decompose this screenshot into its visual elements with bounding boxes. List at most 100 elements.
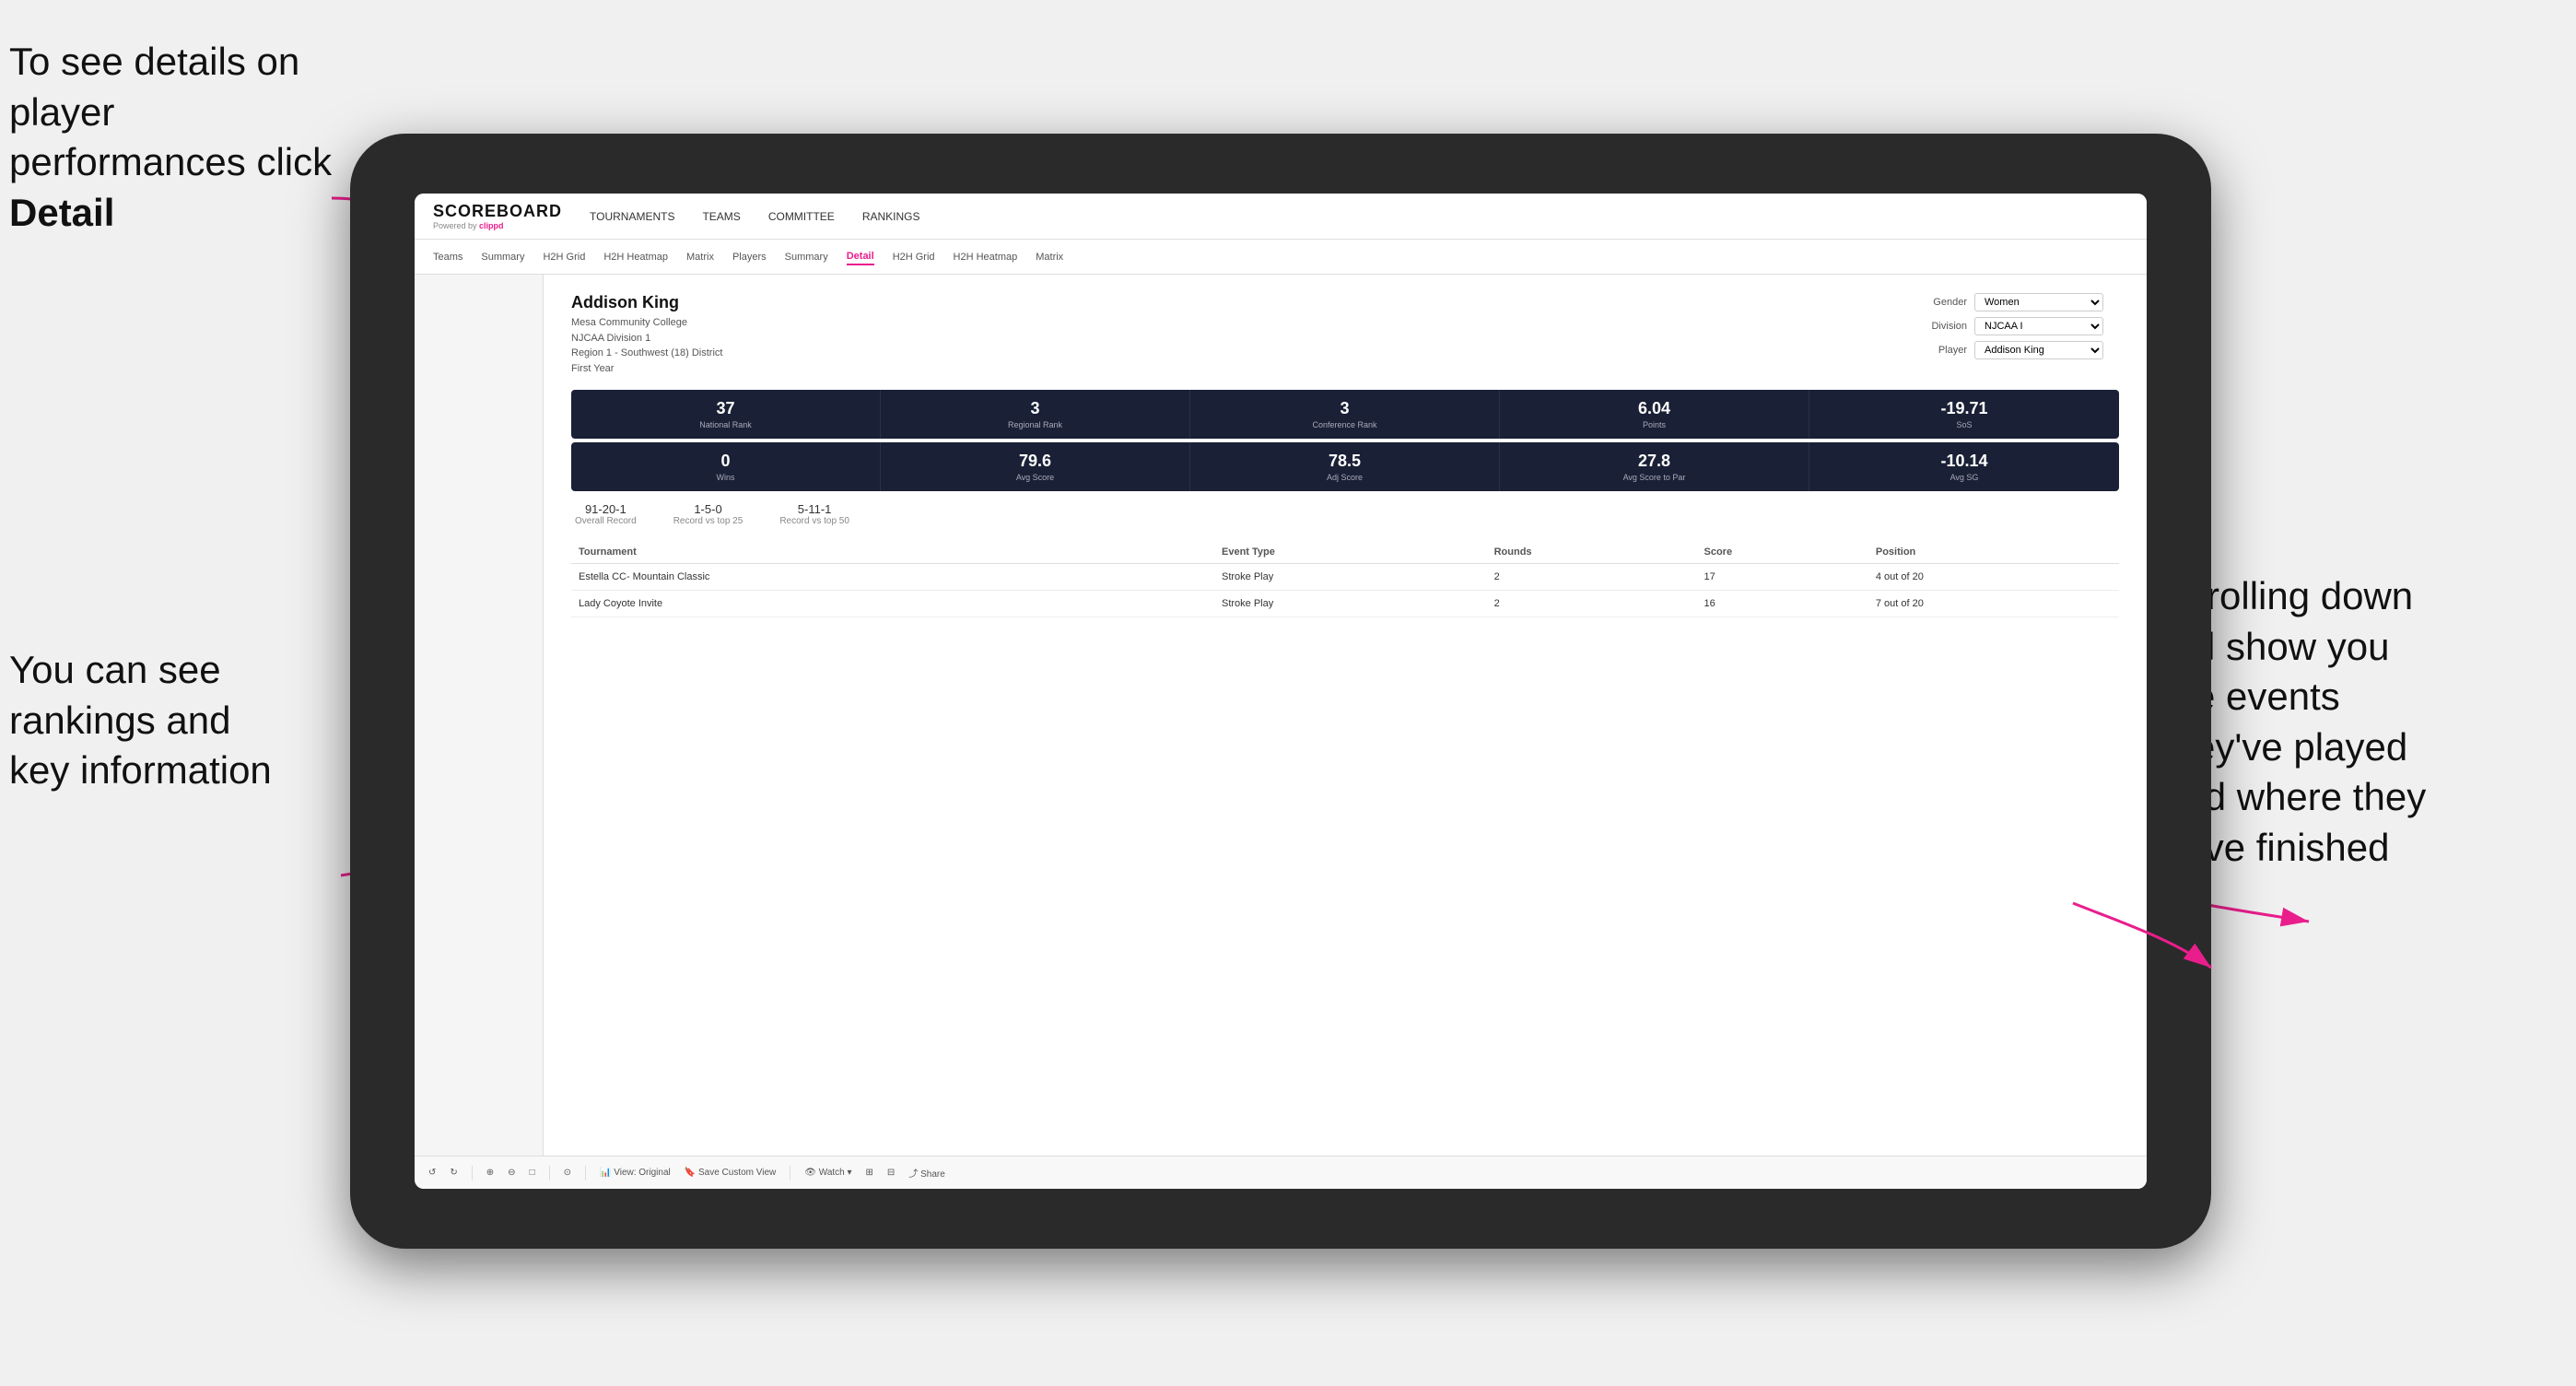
col-event-type: Event Type xyxy=(1214,541,1487,564)
annotation-right: Scrolling down will show you the events … xyxy=(2161,571,2567,874)
nav-items: TOURNAMENTS TEAMS COMMITTEE RANKINGS xyxy=(590,206,919,227)
stats-grid-row2: 0 Wins 79.6 Avg Score 78.5 Adj Score 27.… xyxy=(571,442,2119,491)
nav-committee[interactable]: COMMITTEE xyxy=(768,206,835,227)
player-college: Mesa Community College xyxy=(571,315,722,331)
nav-tournaments[interactable]: TOURNAMENTS xyxy=(590,206,674,227)
row1-position: 4 out of 20 xyxy=(1868,564,2119,591)
row1-tournament: Estella CC- Mountain Classic xyxy=(571,564,1155,591)
logo-area: SCOREBOARD Powered by clippd xyxy=(433,202,562,230)
subnav-matrix2[interactable]: Matrix xyxy=(1036,250,1063,264)
col-score: Score xyxy=(1697,541,1868,564)
stat-adj-score: 78.5 Adj Score xyxy=(1190,442,1500,491)
filter-player-row: Player Addison King xyxy=(1916,341,2119,359)
annotation-bl-3: key information xyxy=(9,748,272,792)
logo-clippd: clippd xyxy=(479,221,504,230)
annotation-bl-1: You can see xyxy=(9,648,221,691)
toolbar-zoom-in[interactable]: ⊕ xyxy=(486,1168,494,1178)
annotation-bl-2: rankings and xyxy=(9,699,231,742)
filter-player-label: Player xyxy=(1916,345,1967,356)
toolbar-zoom-out[interactable]: ⊖ xyxy=(508,1168,515,1178)
stat-sos: -19.71 SoS xyxy=(1809,390,2119,439)
player-info: Addison King Mesa Community College NJCA… xyxy=(571,293,722,376)
subnav-teams[interactable]: Teams xyxy=(433,250,463,264)
subnav-h2h-heatmap2[interactable]: H2H Heatmap xyxy=(954,250,1018,264)
toolbar-clock[interactable]: ⊙ xyxy=(564,1168,571,1178)
stat-conference-rank: 3 Conference Rank xyxy=(1190,390,1500,439)
subnav-detail[interactable]: Detail xyxy=(847,249,874,265)
subnav-summary2[interactable]: Summary xyxy=(785,250,828,264)
toolbar-collapse[interactable]: ⊟ xyxy=(887,1168,895,1178)
row2-score: 16 xyxy=(1697,591,1868,617)
stat-points: 6.04 Points xyxy=(1500,390,1809,439)
toolbar-divider-2 xyxy=(549,1166,550,1180)
row1-rounds: 2 xyxy=(1487,564,1697,591)
filter-gender-select[interactable]: Women xyxy=(1974,293,2103,311)
toolbar-undo[interactable]: ↺ xyxy=(428,1168,436,1178)
toolbar-share[interactable]: ⤴ Share xyxy=(908,1166,944,1180)
toolbar-save-custom[interactable]: 🔖 Save Custom View xyxy=(685,1168,777,1178)
toolbar-fit[interactable]: □ xyxy=(530,1168,535,1178)
stat-avg-score: 79.6 Avg Score xyxy=(881,442,1190,491)
subnav-summary[interactable]: Summary xyxy=(481,250,524,264)
bottom-toolbar: ↺ ↻ ⊕ ⊖ □ ⊙ 📊 View: Original 🔖 Save Cust… xyxy=(415,1156,2147,1189)
toolbar-grid[interactable]: ⊞ xyxy=(866,1168,873,1178)
arrow-events-svg xyxy=(2064,885,2248,1023)
subnav-h2h-heatmap[interactable]: H2H Heatmap xyxy=(603,250,668,264)
records-row: 91-20-1 Overall Record 1-5-0 Record vs t… xyxy=(571,502,2119,526)
annotation-detail-bold: Detail xyxy=(9,191,114,234)
logo-powered: Powered by clippd xyxy=(433,221,562,230)
stat-national-rank: 37 National Rank xyxy=(571,390,881,439)
row2-empty xyxy=(1155,591,1214,617)
annotation-top-left-text: To see details on player performances cl… xyxy=(9,40,332,183)
left-panel xyxy=(415,275,544,1156)
row2-rounds: 2 xyxy=(1487,591,1697,617)
player-name: Addison King xyxy=(571,293,722,312)
tablet-screen: SCOREBOARD Powered by clippd TOURNAMENTS… xyxy=(415,194,2147,1189)
stat-avg-sg: -10.14 Avg SG xyxy=(1809,442,2119,491)
col-tournament: Tournament xyxy=(571,541,1155,564)
main-content: Addison King Mesa Community College NJCA… xyxy=(415,275,2147,1156)
stat-wins: 0 Wins xyxy=(571,442,881,491)
stat-regional-rank: 3 Regional Rank xyxy=(881,390,1190,439)
record-top50: 5-11-1 Record vs top 50 xyxy=(779,502,849,526)
toolbar-watch[interactable]: 👁 Watch ▾ xyxy=(804,1168,851,1178)
row1-score: 17 xyxy=(1697,564,1868,591)
row2-position: 7 out of 20 xyxy=(1868,591,2119,617)
table-row: Lady Coyote Invite Stroke Play 2 16 7 ou… xyxy=(571,591,2119,617)
right-panel: Addison King Mesa Community College NJCA… xyxy=(544,275,2147,1156)
row2-tournament: Lady Coyote Invite xyxy=(571,591,1155,617)
toolbar-redo[interactable]: ↻ xyxy=(450,1168,457,1178)
stat-avg-score-par: 27.8 Avg Score to Par xyxy=(1500,442,1809,491)
filter-player-select[interactable]: Addison King xyxy=(1974,341,2103,359)
subnav-matrix[interactable]: Matrix xyxy=(686,250,714,264)
filter-division-select[interactable]: NJCAA I xyxy=(1974,317,2103,335)
stats-grid-row1: 37 National Rank 3 Regional Rank 3 Confe… xyxy=(571,390,2119,439)
nav-teams[interactable]: TEAMS xyxy=(702,206,740,227)
annotation-bottom-left: You can see rankings and key information xyxy=(9,645,359,796)
subnav-h2h-grid2[interactable]: H2H Grid xyxy=(893,250,935,264)
player-region: Region 1 - Southwest (18) District xyxy=(571,346,722,361)
player-header: Addison King Mesa Community College NJCA… xyxy=(571,293,2119,376)
row1-empty xyxy=(1155,564,1214,591)
player-division: NJCAA Division 1 xyxy=(571,331,722,346)
filter-gender-row: Gender Women xyxy=(1916,293,2119,311)
player-filters: Gender Women Division NJCAA I xyxy=(1916,293,2119,359)
player-year: First Year xyxy=(571,361,722,377)
filter-division-label: Division xyxy=(1916,321,1967,332)
toolbar-divider-3 xyxy=(585,1166,586,1180)
record-overall: 91-20-1 Overall Record xyxy=(575,502,637,526)
subnav-h2h-grid[interactable]: H2H Grid xyxy=(543,250,585,264)
toolbar-view-original[interactable]: 📊 View: Original xyxy=(600,1168,671,1178)
col-position: Position xyxy=(1868,541,2119,564)
record-top25: 1-5-0 Record vs top 25 xyxy=(673,502,744,526)
filter-gender-label: Gender xyxy=(1916,297,1967,308)
tablet-frame: SCOREBOARD Powered by clippd TOURNAMENTS… xyxy=(350,134,2211,1249)
filter-division-row: Division NJCAA I xyxy=(1916,317,2119,335)
nav-rankings[interactable]: RANKINGS xyxy=(862,206,920,227)
subnav-players[interactable]: Players xyxy=(732,250,767,264)
col-empty xyxy=(1155,541,1214,564)
sub-nav: Teams Summary H2H Grid H2H Heatmap Matri… xyxy=(415,240,2147,275)
toolbar-divider-1 xyxy=(472,1166,473,1180)
logo-scoreboard: SCOREBOARD xyxy=(433,202,562,221)
row2-event-type: Stroke Play xyxy=(1214,591,1487,617)
